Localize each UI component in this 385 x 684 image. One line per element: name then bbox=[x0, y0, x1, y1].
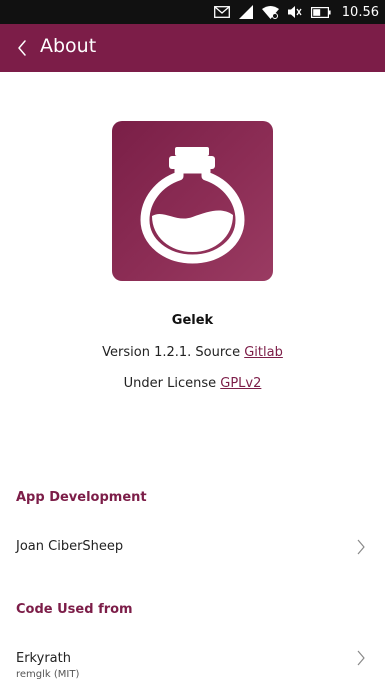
volume-muted-icon bbox=[287, 6, 302, 18]
status-bar: 10.56 bbox=[0, 0, 385, 24]
page-title: About bbox=[40, 35, 97, 57]
list-item-name: Joan CiberSheep bbox=[16, 539, 124, 554]
mail-icon bbox=[213, 6, 230, 18]
version-line: Version 1.2.1. Source Gitlab bbox=[0, 345, 385, 360]
clock: 10.56 bbox=[341, 4, 379, 20]
chevron-right-icon bbox=[357, 650, 365, 666]
list-item-developer[interactable]: Joan CiberSheep bbox=[0, 525, 385, 569]
version-text: Version 1.2.1. Source bbox=[102, 345, 241, 360]
chevron-right-icon bbox=[357, 539, 365, 555]
back-arrow-icon[interactable] bbox=[14, 38, 30, 58]
wifi-icon bbox=[261, 5, 279, 19]
app-logo bbox=[112, 121, 273, 281]
source-link[interactable]: Gitlab bbox=[244, 345, 283, 360]
status-icons: 10.56 bbox=[213, 3, 379, 21]
page-header: About bbox=[0, 24, 385, 72]
list-item-detail: remglk (MIT) bbox=[16, 669, 80, 680]
list-item-name: Erkyrath bbox=[16, 651, 71, 666]
license-text: Under License bbox=[123, 376, 217, 391]
potion-flask-icon bbox=[140, 147, 245, 264]
license-link[interactable]: GPLv2 bbox=[220, 376, 261, 391]
section-header-app-development: App Development bbox=[16, 490, 147, 505]
section-header-code-used: Code Used from bbox=[16, 602, 133, 617]
app-name: Gelek bbox=[171, 313, 214, 328]
license-line: Under License GPLv2 bbox=[0, 376, 385, 391]
list-item-library[interactable]: Erkyrath remglk (MIT) bbox=[0, 640, 385, 684]
cellular-signal-icon bbox=[238, 5, 253, 19]
battery-icon bbox=[310, 6, 331, 18]
